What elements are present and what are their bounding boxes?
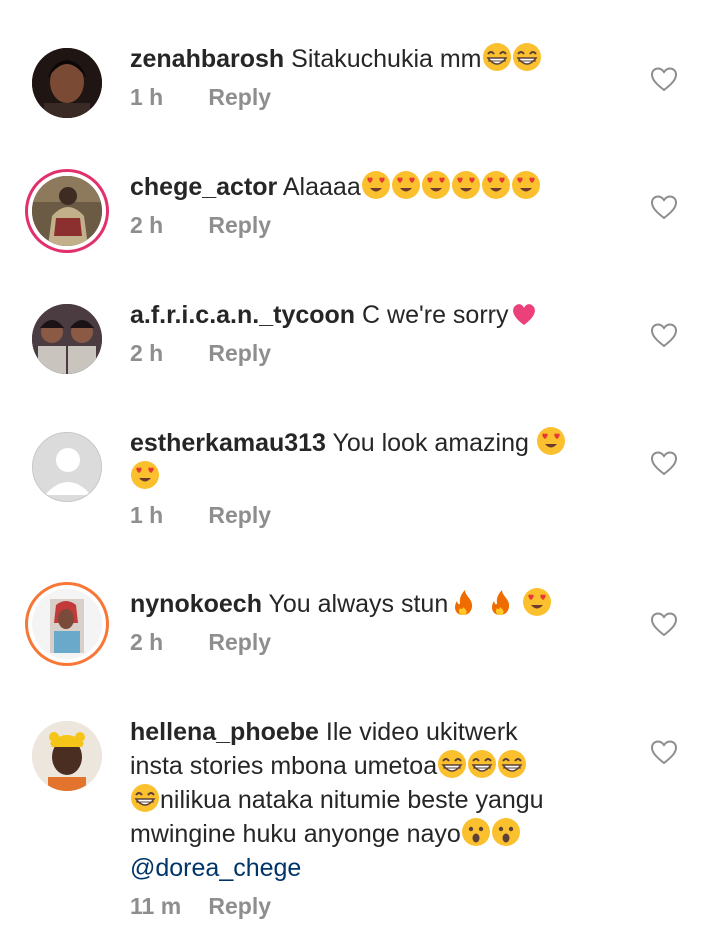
comment-message-line-1: Ile video ukitwerk	[325, 718, 518, 746]
comment-time: 1 h	[130, 502, 164, 528]
avatar[interactable]	[24, 424, 110, 510]
comment-text: zenahbarosh Sitakuchukia mm	[130, 42, 610, 76]
fire-emoji-icon	[455, 590, 473, 615]
comment-message: C we're sorry	[362, 301, 509, 329]
grin-emoji-icon	[497, 749, 528, 779]
heart-outline-icon[interactable]	[650, 66, 678, 92]
heart-eyes-emoji-icon	[481, 171, 510, 199]
reply-button[interactable]: Reply	[208, 212, 271, 239]
heart-eyes-emoji-icon	[421, 171, 450, 199]
comment-username[interactable]: a.f.r.i.c.a.n._tycoon	[130, 301, 355, 329]
grin-emoji-icon	[511, 42, 542, 72]
comment-username[interactable]: nynokoech	[130, 590, 262, 618]
heart-eyes-emoji-icon	[391, 171, 420, 199]
avatar[interactable]	[24, 581, 110, 667]
reply-button[interactable]: Reply	[208, 629, 271, 656]
comment-meta: 1 h Reply	[130, 84, 610, 111]
comment-meta: 1 h Reply	[130, 502, 610, 529]
comment-meta: 2 h Reply	[130, 340, 610, 367]
comment-meta: 2 h Reply	[130, 629, 610, 656]
heart-outline-icon[interactable]	[650, 739, 678, 765]
comment-time: 2 h	[130, 629, 164, 655]
comment-username[interactable]: zenahbarosh	[130, 45, 284, 73]
comment-message: Sitakuchukia mm	[291, 45, 482, 73]
comment-message: You look amazing	[332, 429, 529, 457]
comment-message-line-3: nilikua nataka nitumie beste yangu	[160, 786, 544, 814]
avatar[interactable]	[24, 168, 110, 254]
comment-message-line-4: mwingine huku anyonge nayo	[130, 820, 461, 848]
comment-time: 2 h	[130, 212, 164, 238]
reply-button[interactable]: Reply	[208, 84, 271, 111]
heart-eyes-emoji-icon	[536, 427, 565, 455]
heart-eyes-emoji-icon	[511, 171, 540, 199]
comment-username[interactable]: hellena_phoebe	[130, 718, 319, 746]
comment-time: 11 m	[130, 893, 182, 919]
reply-button[interactable]: Reply	[208, 502, 271, 529]
comment-text: estherkamau313 You look amazing	[130, 426, 610, 494]
heart-outline-icon[interactable]	[650, 322, 678, 348]
comment-text: nynokoech You always stun	[130, 587, 610, 621]
reply-button[interactable]: Reply	[208, 340, 271, 367]
comment-meta: 11 m Reply	[130, 893, 610, 920]
fire-emoji-icon	[492, 590, 510, 615]
grin-emoji-icon	[130, 783, 160, 813]
comment-message-line-2: insta stories mbona umetoa	[130, 752, 438, 780]
grin-emoji-icon	[437, 749, 468, 779]
heart-eyes-emoji-icon	[451, 171, 480, 199]
heart-eyes-emoji-icon	[523, 588, 552, 616]
heart-outline-icon[interactable]	[650, 611, 678, 637]
comment-meta: 2 h Reply	[130, 212, 610, 239]
comment-message: You always stun	[268, 590, 449, 618]
pink-heart-emoji-icon	[512, 304, 535, 325]
grin-emoji-icon	[481, 42, 512, 72]
comment-username[interactable]: estherkamau313	[130, 429, 326, 457]
heart-outline-icon[interactable]	[650, 194, 678, 220]
heart-eyes-emoji-icon	[131, 461, 159, 489]
surprised-emoji-icon	[461, 818, 490, 846]
comment-text: hellena_phoebe Ile video ukitwerk insta …	[130, 715, 610, 885]
avatar[interactable]	[24, 296, 110, 382]
grin-emoji-icon	[467, 749, 498, 779]
comment-username[interactable]: chege_actor	[130, 173, 277, 201]
avatar[interactable]	[24, 40, 110, 126]
comment-text: a.f.r.i.c.a.n._tycoon C we're sorry	[130, 298, 610, 332]
surprised-emoji-icon	[491, 818, 520, 846]
heart-eyes-emoji-icon	[361, 171, 390, 199]
avatar[interactable]	[24, 713, 110, 799]
comment-text: chege_actor Alaaaa	[130, 170, 610, 204]
heart-outline-icon[interactable]	[650, 450, 678, 476]
mention-link[interactable]: @dorea_chege	[130, 854, 301, 882]
comment-time: 1 h	[130, 84, 164, 110]
reply-button[interactable]: Reply	[208, 893, 271, 920]
comment-time: 2 h	[130, 340, 164, 366]
comment-message: Alaaaa	[282, 173, 361, 201]
